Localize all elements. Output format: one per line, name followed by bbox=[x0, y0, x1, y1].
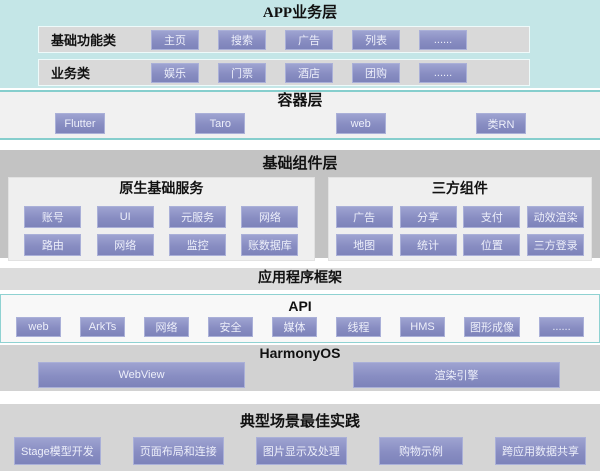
group-native-services: 原生基础服务 账号 UI 元服务 网络 路由 网络 监控 账数据库 bbox=[8, 177, 315, 261]
chip-rn-like[interactable]: 类RN bbox=[476, 113, 526, 134]
chip-more-business[interactable]: ...... bbox=[419, 63, 467, 83]
native-services-row-2: 路由 网络 监控 账数据库 bbox=[9, 234, 314, 256]
section-api-layer: API web ArkTs 网络 安全 媒体 线程 HMS 图形成像 .....… bbox=[0, 294, 600, 343]
chip-meta-service[interactable]: 元服务 bbox=[169, 206, 226, 228]
harmonyos-buttons: WebView 渲染引擎 bbox=[0, 362, 600, 388]
section-best-practices: 典型场景最佳实践 Stage模型开发 页面布局和连接 图片显示及处理 购物示例 … bbox=[0, 404, 600, 471]
harmonyos-architecture-diagram: APP业务层 基础功能类 主页 搜索 广告 列表 ...... 业务类 娱乐 门… bbox=[0, 0, 600, 471]
row-business-label: 业务类 bbox=[39, 63, 151, 82]
chip-ui[interactable]: UI bbox=[97, 206, 154, 228]
native-services-row-1: 账号 UI 元服务 网络 bbox=[9, 206, 314, 228]
chip-list[interactable]: 列表 bbox=[352, 30, 400, 50]
group-third-party: 三方组件 广告 分享 支付 动效渲染 地图 统计 位置 三方登录 bbox=[328, 177, 592, 261]
chip-stage-model-dev[interactable]: Stage模型开发 bbox=[14, 437, 101, 465]
chip-statistics[interactable]: 统计 bbox=[400, 234, 457, 256]
row-basic-functions-label: 基础功能类 bbox=[39, 30, 151, 49]
best-practices-title: 典型场景最佳实践 bbox=[0, 412, 600, 432]
chip-account-db[interactable]: 账数据库 bbox=[241, 234, 298, 256]
chip-entertainment[interactable]: 娱乐 bbox=[151, 63, 199, 83]
chip-api-network[interactable]: 网络 bbox=[144, 317, 189, 337]
chip-taro[interactable]: Taro bbox=[195, 113, 245, 134]
chip-api-hms[interactable]: HMS bbox=[400, 317, 445, 337]
chip-network-2[interactable]: 网络 bbox=[97, 234, 154, 256]
third-party-row-2: 地图 统计 位置 三方登录 bbox=[329, 234, 591, 256]
chip-group-buy[interactable]: 团购 bbox=[352, 63, 400, 83]
chip-api-graphics[interactable]: 图形成像 bbox=[464, 317, 520, 337]
chip-location[interactable]: 位置 bbox=[463, 234, 520, 256]
chip-animation-render[interactable]: 动效渲染 bbox=[527, 206, 584, 228]
chip-map[interactable]: 地图 bbox=[336, 234, 393, 256]
chip-api-thread[interactable]: 线程 bbox=[336, 317, 381, 337]
component-layer-title: 基础组件层 bbox=[0, 154, 600, 174]
chip-api-media[interactable]: 媒体 bbox=[272, 317, 317, 337]
chip-search[interactable]: 搜索 bbox=[218, 30, 266, 50]
section-container-layer: 容器层 Flutter Taro web 类RN bbox=[0, 90, 600, 140]
section-component-layer: 基础组件层 原生基础服务 账号 UI 元服务 网络 路由 网络 监控 账数据库 bbox=[0, 150, 600, 258]
group-native-services-title: 原生基础服务 bbox=[9, 180, 314, 200]
chip-shopping-sample[interactable]: 购物示例 bbox=[379, 437, 463, 465]
chip-share[interactable]: 分享 bbox=[400, 206, 457, 228]
chip-network[interactable]: 网络 bbox=[241, 206, 298, 228]
chip-router[interactable]: 路由 bbox=[24, 234, 81, 256]
group-third-party-title: 三方组件 bbox=[329, 180, 591, 200]
section-application-framework: 应用程序框架 bbox=[0, 268, 600, 290]
chip-web[interactable]: web bbox=[336, 113, 386, 134]
chip-payment[interactable]: 支付 bbox=[463, 206, 520, 228]
harmonyos-title: HarmonyOS bbox=[0, 345, 600, 362]
row-basic-functions: 基础功能类 主页 搜索 广告 列表 ...... bbox=[38, 26, 530, 53]
row-business-buttons: 娱乐 门票 酒店 团购 ...... bbox=[151, 63, 529, 83]
chip-ads[interactable]: 广告 bbox=[285, 30, 333, 50]
component-groups: 原生基础服务 账号 UI 元服务 网络 路由 网络 监控 账数据库 三方组件 广… bbox=[8, 177, 592, 261]
row-business: 业务类 娱乐 门票 酒店 团购 ...... bbox=[38, 59, 530, 86]
chip-api-arkts[interactable]: ArkTs bbox=[80, 317, 125, 337]
api-layer-title: API bbox=[1, 297, 599, 315]
chip-advertising[interactable]: 广告 bbox=[336, 206, 393, 228]
chip-webview[interactable]: WebView bbox=[38, 362, 245, 388]
row-basic-functions-buttons: 主页 搜索 广告 列表 ...... bbox=[151, 30, 529, 50]
application-framework-title: 应用程序框架 bbox=[258, 269, 342, 289]
chip-third-login[interactable]: 三方登录 bbox=[527, 234, 584, 256]
chip-render-engine[interactable]: 渲染引擎 bbox=[353, 362, 560, 388]
chip-tickets[interactable]: 门票 bbox=[218, 63, 266, 83]
section-app-business-layer: APP业务层 基础功能类 主页 搜索 广告 列表 ...... 业务类 娱乐 门… bbox=[0, 0, 600, 88]
chip-image-display[interactable]: 图片显示及处理 bbox=[256, 437, 347, 465]
chip-flutter[interactable]: Flutter bbox=[55, 113, 105, 134]
chip-more-basic[interactable]: ...... bbox=[419, 30, 467, 50]
chip-cross-app-sharing[interactable]: 跨应用数据共享 bbox=[495, 437, 586, 465]
chip-page-layout-link[interactable]: 页面布局和连接 bbox=[133, 437, 224, 465]
app-layer-title: APP业务层 bbox=[0, 3, 600, 23]
chip-api-more[interactable]: ...... bbox=[539, 317, 584, 337]
best-practices-buttons: Stage模型开发 页面布局和连接 图片显示及处理 购物示例 跨应用数据共享 bbox=[0, 432, 600, 465]
chip-hotel[interactable]: 酒店 bbox=[285, 63, 333, 83]
third-party-row-1: 广告 分享 支付 动效渲染 bbox=[329, 206, 591, 228]
chip-account[interactable]: 账号 bbox=[24, 206, 81, 228]
chip-api-security[interactable]: 安全 bbox=[208, 317, 253, 337]
section-harmonyos-layer: HarmonyOS WebView 渲染引擎 bbox=[0, 345, 600, 391]
api-layer-buttons: web ArkTs 网络 安全 媒体 线程 HMS 图形成像 ...... bbox=[1, 315, 599, 337]
chip-home[interactable]: 主页 bbox=[151, 30, 199, 50]
container-layer-title: 容器层 bbox=[0, 92, 600, 111]
container-layer-buttons: Flutter Taro web 类RN bbox=[0, 111, 600, 134]
chip-monitor[interactable]: 监控 bbox=[169, 234, 226, 256]
chip-api-web[interactable]: web bbox=[16, 317, 61, 337]
